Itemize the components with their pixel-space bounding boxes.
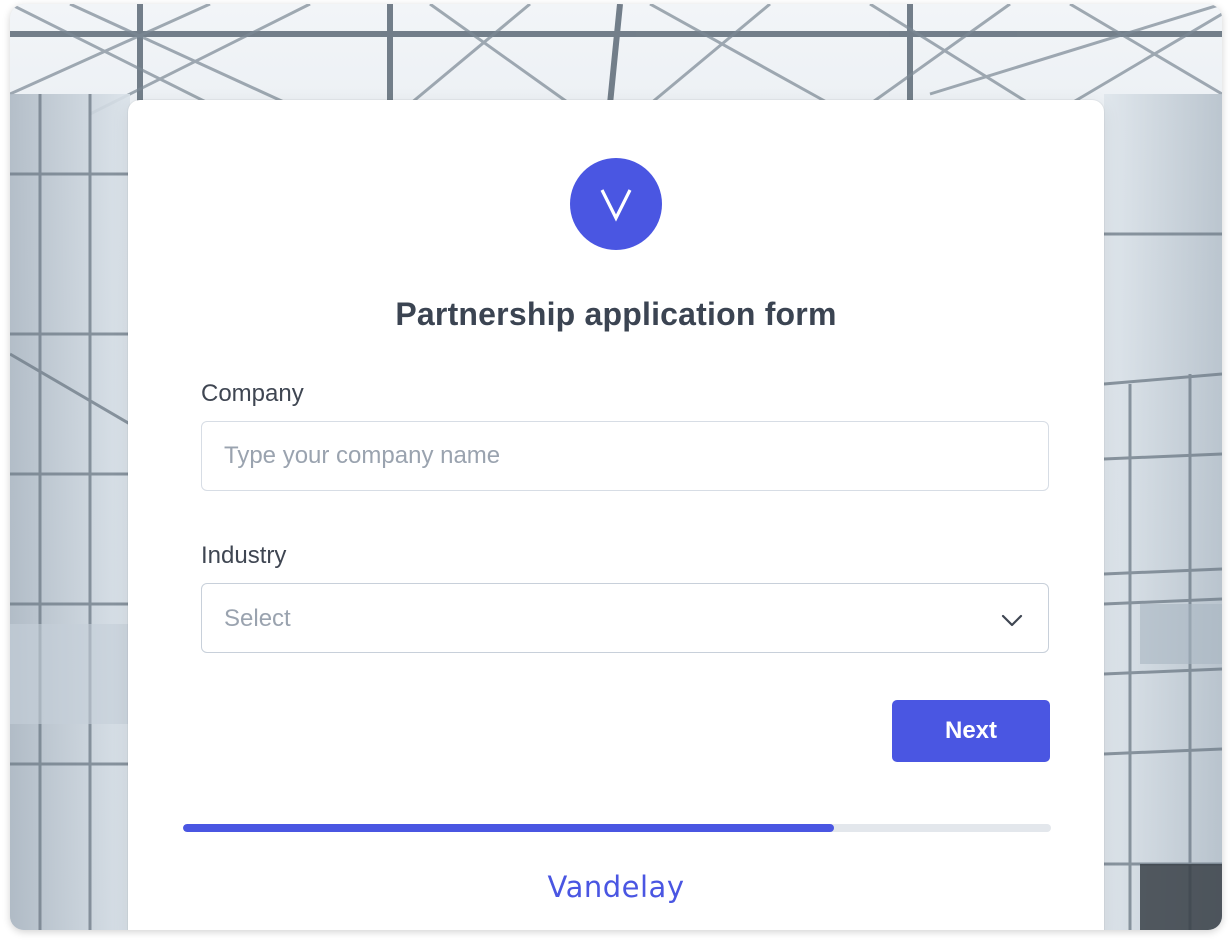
progress-bar bbox=[183, 824, 1051, 832]
industry-label: Industry bbox=[201, 542, 287, 569]
company-input[interactable] bbox=[202, 422, 1048, 490]
brand-logo bbox=[570, 158, 662, 250]
page-title: Partnership application form bbox=[395, 296, 837, 332]
application-card: Partnership application form Company Ind… bbox=[128, 100, 1104, 930]
industry-select-value: Select bbox=[224, 605, 291, 632]
app-window: Partnership application form Company Ind… bbox=[10, 4, 1222, 930]
industry-select[interactable]: Select bbox=[201, 583, 1049, 653]
company-field-wrapper bbox=[201, 421, 1049, 491]
next-button[interactable]: Next bbox=[892, 700, 1050, 762]
progress-bar-fill bbox=[183, 824, 834, 832]
brand-wordmark: Vandelay bbox=[547, 870, 685, 904]
company-label: Company bbox=[201, 380, 304, 407]
chevron-down-icon bbox=[1001, 614, 1023, 627]
v-logo-icon bbox=[600, 189, 632, 222]
